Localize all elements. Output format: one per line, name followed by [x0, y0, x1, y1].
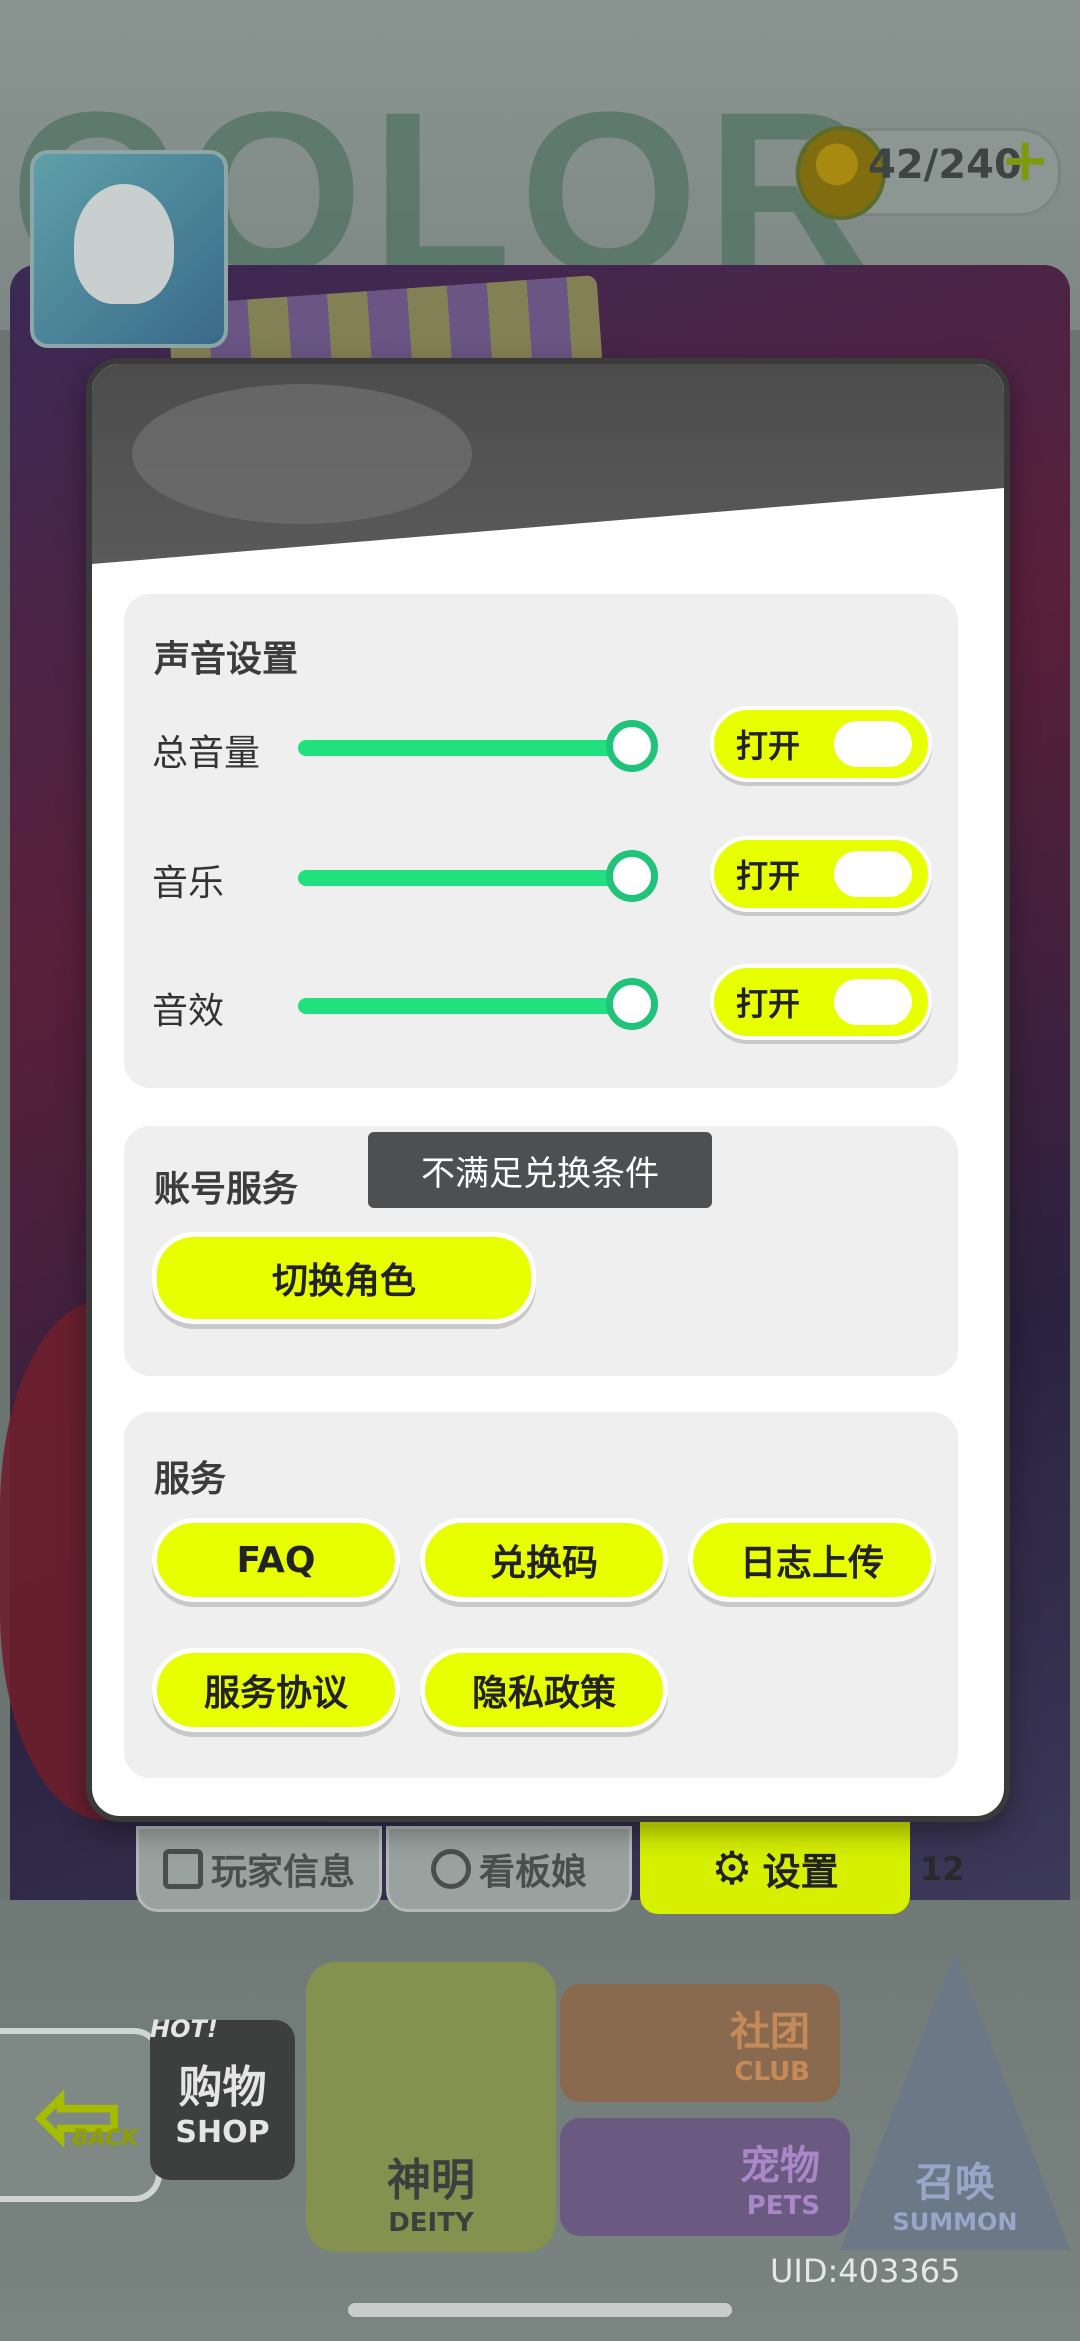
uid-label: UID:403365 — [770, 2252, 961, 2290]
gear-icon: ⚙ — [711, 1841, 753, 1895]
tab-player-info-label: 玩家信息 — [210, 1852, 355, 1893]
log-upload-button[interactable]: 日志上传 — [688, 1518, 936, 1602]
tab-player-info[interactable]: 玩家信息 — [136, 1826, 382, 1912]
hot-badge: HOT! — [150, 2015, 218, 2043]
back-arrow-icon: ⇦ — [31, 2051, 125, 2179]
tab-mascot-label: 看板娘 — [478, 1852, 587, 1893]
pets-button[interactable]: 宠物 PETS — [560, 2118, 850, 2236]
sound-effects-knob[interactable] — [606, 978, 658, 1030]
service-section: 服务 FAQ 兑换码 日志上传 服务协议 隐私政策 — [124, 1412, 958, 1778]
toggle-thumb — [834, 721, 912, 767]
paint-splash-decoration — [132, 384, 472, 524]
toggle-thumb — [834, 851, 912, 897]
toggle-thumb — [834, 979, 912, 1025]
master-volume-label: 总音量 — [152, 733, 261, 774]
summon-label-en: SUMMON — [892, 2208, 1018, 2236]
toggle-label: 打开 — [736, 727, 801, 765]
sound-effects-label: 音效 — [152, 991, 225, 1032]
summon-label-cn: 召唤 — [915, 2160, 995, 2206]
back-label: BACK — [72, 2126, 139, 2151]
side-number: 12 — [920, 1850, 965, 1888]
currency-value: 42/240 — [868, 142, 1022, 188]
add-currency-button[interactable]: + — [1000, 130, 1050, 190]
pets-label-en: PETS — [746, 2191, 820, 2221]
player-avatar[interactable] — [30, 150, 228, 348]
service-agreement-button[interactable]: 服务协议 — [152, 1648, 400, 1732]
deity-button[interactable]: 神明 DEITY — [306, 1962, 556, 2252]
music-volume-knob[interactable] — [606, 850, 658, 902]
section-title-sound: 声音设置 — [154, 639, 299, 680]
shop-label-en: SHOP — [175, 2114, 270, 2150]
sound-effects-slider[interactable] — [298, 998, 632, 1014]
dialog-header — [92, 364, 1004, 564]
toggle-label: 打开 — [736, 857, 801, 895]
master-volume-knob[interactable] — [606, 720, 658, 772]
redeem-condition-tooltip: 不满足兑换条件 — [368, 1132, 712, 1208]
faq-button[interactable]: FAQ — [152, 1518, 400, 1602]
toggle-label: 打开 — [736, 985, 801, 1023]
deity-label-en: DEITY — [388, 2208, 474, 2238]
music-volume-slider[interactable] — [298, 870, 632, 886]
master-volume-slider[interactable] — [298, 740, 632, 756]
sound-settings-section: 声音设置 总音量 打开 音乐 打开 音效 打开 — [124, 594, 958, 1088]
deity-label-cn: 神明 — [387, 2155, 475, 2206]
player-card-icon — [162, 1849, 203, 1889]
section-title-account: 账号服务 — [154, 1169, 299, 1210]
sound-effects-toggle[interactable]: 打开 — [710, 964, 932, 1040]
music-toggle[interactable]: 打开 — [710, 836, 932, 912]
home-indicator[interactable] — [348, 2303, 732, 2317]
master-volume-toggle[interactable]: 打开 — [710, 706, 932, 782]
club-label-en: CLUB — [734, 2057, 810, 2087]
tab-mascot[interactable]: 看板娘 — [386, 1826, 632, 1912]
tab-settings-label: 设置 — [762, 1849, 839, 1894]
tab-settings[interactable]: ⚙ 设置 — [640, 1822, 910, 1914]
shop-button[interactable]: 购物 SHOP — [150, 2020, 295, 2180]
redeem-code-button[interactable]: 兑换码 — [420, 1518, 668, 1602]
music-label: 音乐 — [152, 863, 225, 904]
back-button[interactable]: ⇦ — [0, 2028, 162, 2202]
club-label-cn: 社团 — [730, 2009, 810, 2055]
section-title-service: 服务 — [154, 1459, 227, 1500]
switch-role-button[interactable]: 切换角色 — [152, 1232, 536, 1324]
pets-label-cn: 宠物 — [740, 2143, 820, 2189]
user-icon — [430, 1849, 471, 1889]
privacy-policy-button[interactable]: 隐私政策 — [420, 1648, 668, 1732]
club-button[interactable]: 社团 CLUB — [560, 1984, 840, 2102]
shop-label-cn: 购物 — [178, 2061, 267, 2113]
